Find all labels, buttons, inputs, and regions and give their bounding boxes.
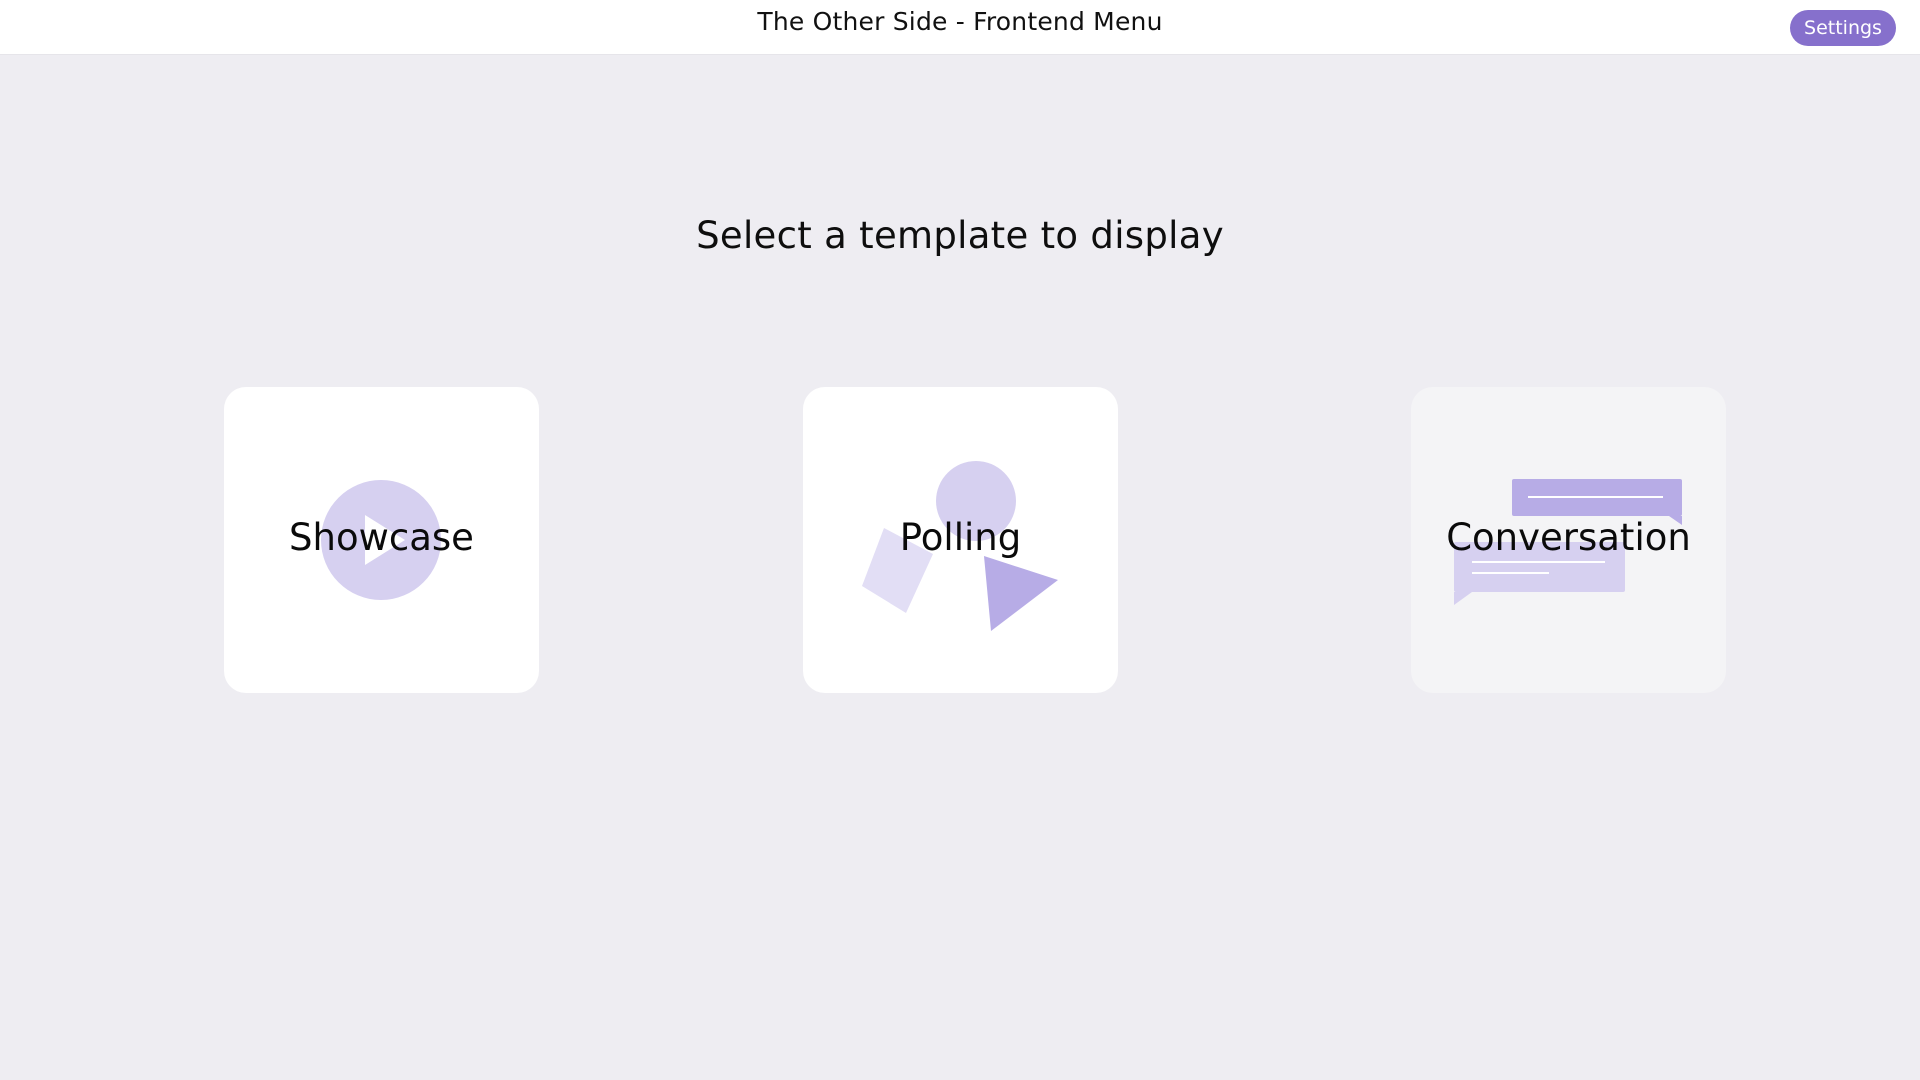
top-bar: The Other Side - Frontend Menu Settings	[0, 0, 1920, 55]
template-label-conversation: Conversation	[1446, 516, 1691, 559]
settings-button[interactable]: Settings	[1790, 10, 1896, 46]
template-label-showcase: Showcase	[289, 516, 474, 559]
page-headline: Select a template to display	[696, 214, 1224, 257]
template-card-showcase[interactable]: Showcase	[224, 387, 539, 693]
app-title: The Other Side - Frontend Menu	[757, 7, 1163, 36]
template-label-polling: Polling	[899, 516, 1022, 559]
template-card-conversation[interactable]: Conversation	[1411, 387, 1726, 693]
template-card-polling[interactable]: Polling	[803, 387, 1118, 693]
